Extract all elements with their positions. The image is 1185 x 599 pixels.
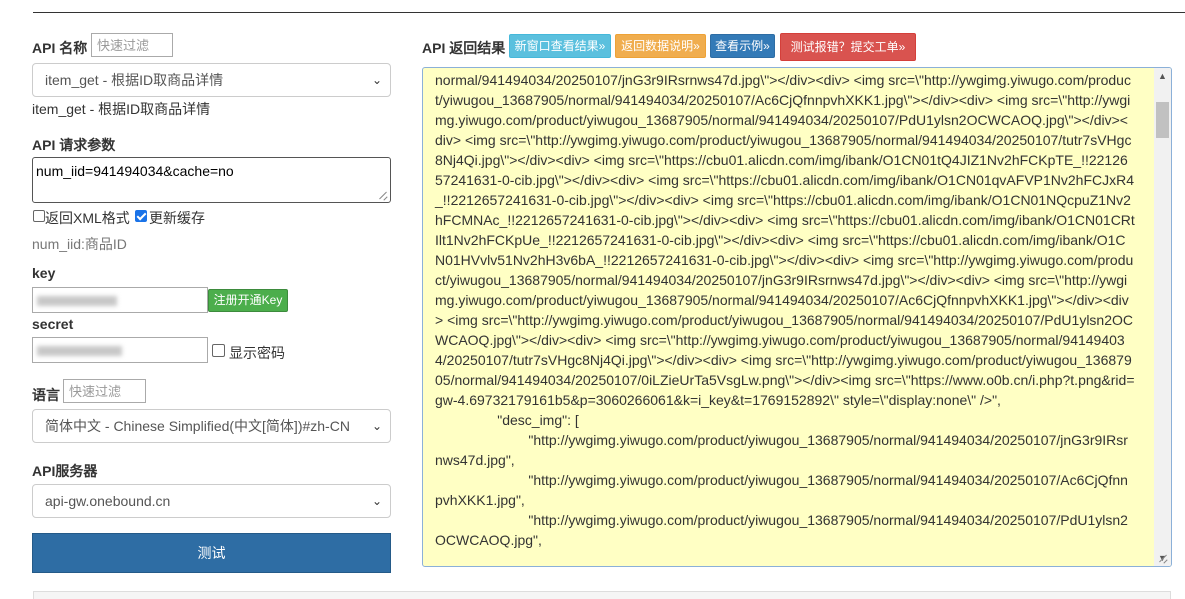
secret-label: secret bbox=[32, 316, 74, 332]
data-doc-button[interactable]: 返回数据说明» bbox=[615, 34, 706, 58]
api-name-filter-input[interactable] bbox=[91, 33, 173, 57]
key-input[interactable] bbox=[32, 287, 208, 313]
api-name-select[interactable]: item_get - 根据ID取商品详情 ⌄ bbox=[32, 63, 391, 97]
resize-grip-icon[interactable] bbox=[377, 190, 387, 200]
show-password-label: 显示密码 bbox=[229, 345, 285, 361]
api-name-label: API 名称 bbox=[32, 40, 88, 56]
language-selected: 简体中文 - Chinese Simplified(中文[简体])#zh-CN bbox=[45, 418, 350, 434]
test-button[interactable]: 测试 bbox=[32, 533, 391, 573]
chevron-down-icon: ⌄ bbox=[371, 419, 382, 433]
result-text: normal/941494034/20250107/jnG3r9IRsrnws4… bbox=[435, 72, 1135, 548]
resize-grip-icon[interactable] bbox=[1157, 553, 1167, 563]
chevron-down-icon: ⌄ bbox=[371, 73, 382, 87]
xml-format-checkbox[interactable] bbox=[33, 210, 45, 222]
register-key-button[interactable]: 注册开通Key bbox=[208, 289, 288, 312]
chevron-down-icon: ⌄ bbox=[371, 494, 382, 508]
params-textarea[interactable] bbox=[32, 157, 391, 203]
language-select[interactable]: 简体中文 - Chinese Simplified(中文[简体])#zh-CN … bbox=[32, 409, 391, 443]
scroll-up-icon[interactable]: ▲ bbox=[1154, 68, 1171, 84]
result-scrollbar[interactable]: ▲ ▼ bbox=[1154, 68, 1171, 566]
params-hint: num_iid:商品ID bbox=[32, 236, 127, 252]
result-label: API 返回结果 bbox=[422, 40, 506, 56]
new-window-button[interactable]: 新窗口查看结果» bbox=[509, 34, 611, 58]
secret-input[interactable] bbox=[32, 337, 208, 363]
server-selected: api-gw.onebound.cn bbox=[45, 493, 171, 509]
update-cache-checkbox[interactable] bbox=[135, 210, 147, 222]
report-bug-button[interactable]: 测试报错？提交工单» bbox=[780, 33, 916, 61]
show-password-checkbox[interactable] bbox=[212, 344, 225, 357]
result-textarea[interactable]: normal/941494034/20250107/jnG3r9IRsrnws4… bbox=[422, 67, 1172, 567]
server-select[interactable]: api-gw.onebound.cn ⌄ bbox=[32, 484, 391, 518]
api-name-description: item_get - 根据ID取商品详情 bbox=[32, 101, 211, 117]
params-label: API 请求参数 bbox=[32, 137, 116, 153]
api-name-selected: item_get - 根据ID取商品详情 bbox=[45, 72, 224, 88]
key-label: key bbox=[32, 265, 56, 281]
xml-format-label: 返回XML格式 bbox=[45, 210, 130, 226]
example-button[interactable]: 查看示例» bbox=[710, 34, 775, 58]
scroll-thumb[interactable] bbox=[1156, 102, 1169, 138]
language-label: 语言 bbox=[32, 387, 60, 403]
server-label: API服务器 bbox=[32, 463, 98, 479]
top-divider bbox=[33, 12, 1185, 13]
language-filter-input[interactable] bbox=[63, 379, 146, 403]
update-cache-label: 更新缓存 bbox=[149, 210, 205, 226]
bottom-panel-edge bbox=[33, 591, 1171, 599]
